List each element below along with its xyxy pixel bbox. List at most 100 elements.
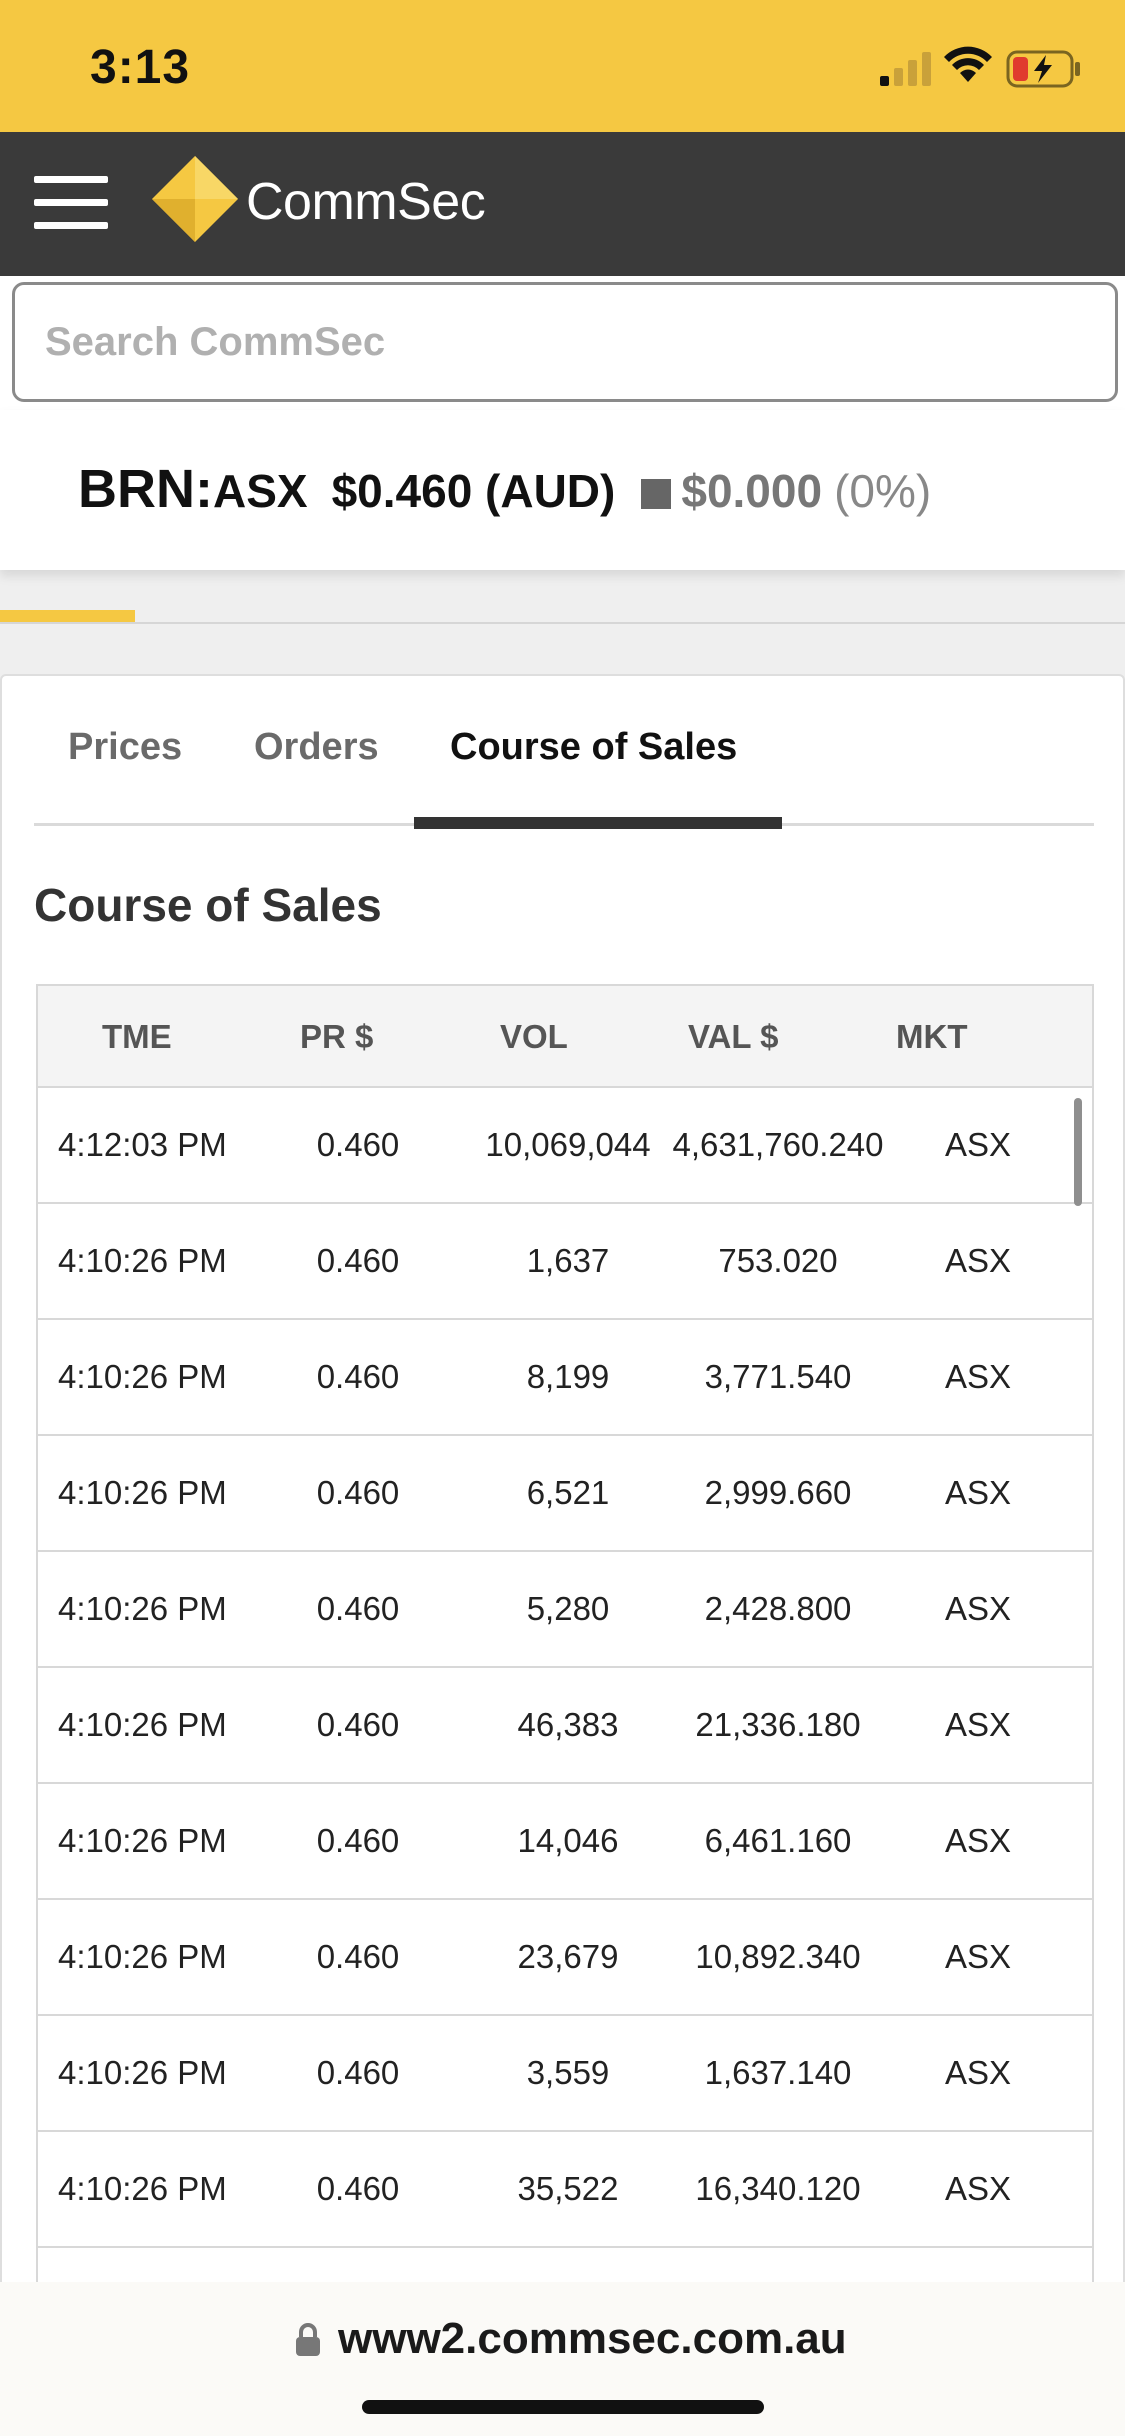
trade-time: 4:10:26 PM [58,1706,227,1743]
tab-prices[interactable]: Prices [68,726,182,769]
trade-value: 16,340.120 [695,2170,861,2207]
table-row[interactable]: 4:10:26 PM 0.460 35,522 16,340.120 ASX [38,2132,1092,2248]
trade-time: 4:10:26 PM [58,1358,227,1395]
trade-value: 753.020 [718,1242,838,1279]
trade-volume: 5,280 [526,1590,610,1627]
tab-bar: Prices Orders Course of Sales [34,676,1094,829]
trade-price: 0.460 [316,1822,400,1859]
trade-value: 10,892.340 [695,1938,861,1975]
trade-volume: 23,679 [517,1938,619,1975]
menu-line-icon [34,222,108,229]
trade-value: 4,631,760.240 [672,1126,884,1163]
trade-price: 0.460 [316,1126,400,1163]
table-row[interactable]: 4:10:26 PM 0.460 14,046 6,461.160 ASX [38,1784,1092,1900]
trade-volume: 1,637 [526,1242,610,1279]
table-row[interactable]: 4:10:26 PM 0.460 5,280 2,428.800 ASX [38,1552,1092,1668]
trade-price: 0.460 [316,2054,400,2091]
trade-price: 0.460 [316,1590,400,1627]
tab-orders[interactable]: Orders [254,726,379,769]
ticker-code: BRN: [78,459,213,519]
tab-course-of-sales[interactable]: Course of Sales [450,726,737,769]
search-bar [0,276,1125,410]
trade-volume: 10,069,044 [485,1126,651,1163]
table-row[interactable]: 4:10:26 PM 0.460 8,199 3,771.540 ASX [38,1320,1092,1436]
quote-line: BRN: ASX $0.460 (AUD) $0.000 (0%) [78,458,931,520]
table-header: TME PR $ VOL VAL $ MKT [38,986,1092,1088]
lock-icon [296,2323,320,2356]
no-change-icon [641,479,672,509]
trade-value: 2,428.800 [704,1590,852,1627]
cellular-signal-icon [880,52,931,86]
column-header-value[interactable]: VAL $ [688,1018,778,1056]
home-indicator[interactable] [362,2400,764,2414]
trade-volume: 6,521 [526,1474,610,1511]
status-time: 3:13 [90,41,191,94]
trade-volume: 3,559 [526,2054,610,2091]
course-of-sales-card: Prices Orders Course of Sales Course of … [0,674,1125,2436]
trade-market: ASX [944,1822,1012,1859]
table-row[interactable]: 4:10:26 PM 0.460 6,521 2,999.660 ASX [38,1436,1092,1552]
trade-time: 4:10:26 PM [58,2170,227,2207]
brand-name[interactable]: CommSec [246,172,486,232]
progress-track [0,622,1125,624]
column-header-price[interactable]: PR $ [300,1018,373,1056]
column-header-volume[interactable]: VOL [500,1018,568,1056]
trade-time: 4:10:26 PM [58,1822,227,1859]
trade-value: 21,336.180 [695,1706,861,1743]
trade-market: ASX [944,2170,1012,2207]
trade-value: 6,461.160 [704,1822,852,1859]
trade-price: 0.460 [316,1358,400,1395]
trade-price: 0.460 [316,1242,400,1279]
trade-volume: 46,383 [517,1706,619,1743]
trade-market: ASX [944,1358,1012,1395]
trade-price: 0.460 [316,1938,400,1975]
menu-line-icon [34,176,108,183]
app-header: CommSec [0,132,1125,276]
trade-market: ASX [944,2054,1012,2091]
table-row[interactable]: 4:10:26 PM 0.460 23,679 10,892.340 ASX [38,1900,1092,2016]
trade-time: 4:10:26 PM [58,1242,227,1279]
column-header-time[interactable]: TME [102,1018,172,1056]
last-price: $0.460 (AUD) [331,465,616,517]
table-row[interactable]: 4:12:03 PM 0.460 10,069,044 4,631,760.24… [38,1088,1092,1204]
active-tab-indicator [414,817,782,829]
trade-price: 0.460 [316,1706,400,1743]
table-row[interactable]: 4:10:26 PM 0.460 46,383 21,336.180 ASX [38,1668,1092,1784]
search-input[interactable] [12,282,1118,402]
table-row[interactable]: 4:10:26 PM 0.460 1,637 753.020 ASX [38,1204,1092,1320]
column-header-market[interactable]: MKT [896,1018,967,1056]
table-row[interactable]: 4:10:26 PM 0.460 3,559 1,637.140 ASX [38,2016,1092,2132]
price-change-percent: (0%) [834,465,932,517]
trade-market: ASX [944,1706,1012,1743]
page-load-progress [0,610,1125,624]
trade-market: ASX [944,1474,1012,1511]
commsec-logo-icon[interactable] [150,154,240,244]
status-bar: 3:13 [0,0,1125,132]
quote-header: BRN: ASX $0.460 (AUD) $0.000 (0%) [0,410,1125,570]
trade-value: 2,999.660 [704,1474,852,1511]
trade-price: 0.460 [316,1474,400,1511]
progress-fill [0,610,135,622]
battery-icon [1006,50,1080,88]
trade-volume: 8,199 [526,1358,610,1395]
trade-time: 4:10:26 PM [58,1590,227,1627]
menu-line-icon [34,199,108,206]
trade-volume: 35,522 [517,2170,619,2207]
table-scrollbar[interactable] [1074,1098,1082,1206]
browser-url-bar[interactable]: www2.commsec.com.au [0,2282,1125,2436]
trade-volume: 14,046 [517,1822,619,1859]
exchange-code: ASX [212,465,308,517]
trade-market: ASX [944,1242,1012,1279]
trade-value: 1,637.140 [704,2054,852,2091]
trade-market: ASX [944,1590,1012,1627]
price-change: $0.000 [681,465,823,517]
hamburger-menu-button[interactable] [34,170,108,236]
trade-market: ASX [944,1938,1012,1975]
course-of-sales-table[interactable]: TME PR $ VOL VAL $ MKT 4:12:03 PM 0.460 … [36,984,1094,2436]
trade-time: 4:10:26 PM [58,1474,227,1511]
section-title: Course of Sales [34,879,382,931]
trade-price: 0.460 [316,2170,400,2207]
trade-value: 3,771.540 [704,1358,852,1395]
url-text[interactable]: www2.commsec.com.au [338,2314,847,2364]
page: 3:13 CommSec Search CommSec BRN: ASX $0.… [0,0,1125,2436]
